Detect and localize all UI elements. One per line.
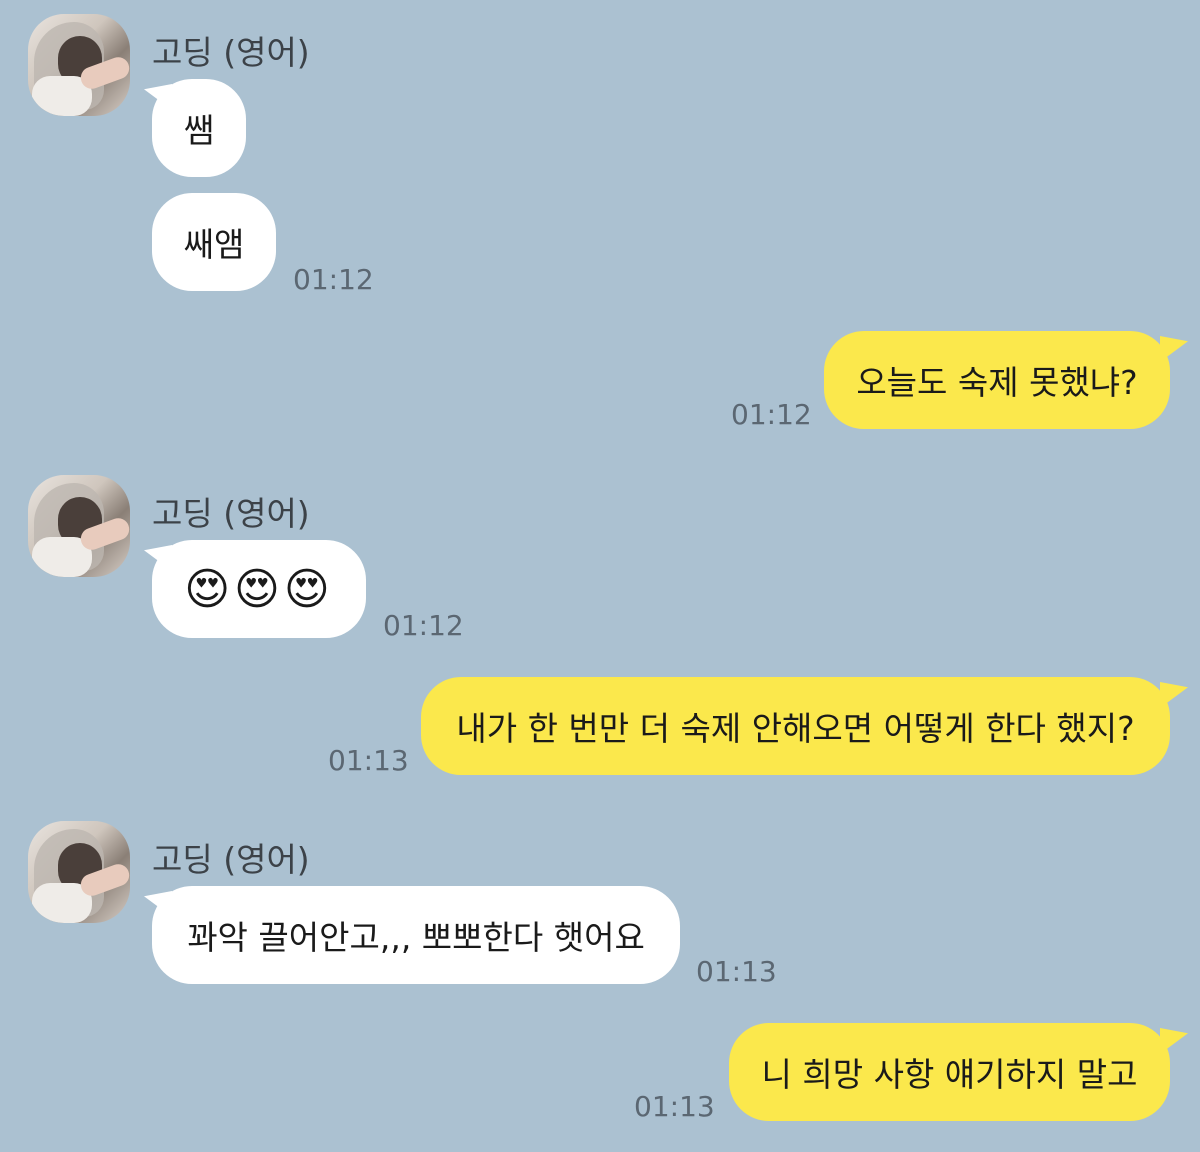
message-bubble-incoming[interactable]: 쌤 — [152, 79, 246, 177]
message-bubble-outgoing[interactable]: 내가 한 번만 더 숙제 안해오면 어떻게 한다 했지? — [421, 677, 1170, 775]
message-bubble-outgoing[interactable]: 오늘도 숙제 못했냐? — [824, 331, 1170, 429]
message-bubble-incoming[interactable]: 쌔앰 — [152, 193, 276, 291]
message-timestamp: 01:13 — [328, 744, 409, 777]
message-timestamp: 01:12 — [293, 263, 374, 296]
message-bubble-incoming[interactable]: 😍😍😍 — [152, 540, 366, 638]
message-timestamp: 01:13 — [634, 1090, 715, 1123]
sender-avatar[interactable] — [28, 821, 130, 923]
bubble-tail — [1160, 336, 1188, 362]
message-bubble-outgoing[interactable]: 니 희망 사항 얘기하지 말고 — [729, 1023, 1170, 1121]
bubble-tail — [1160, 1028, 1188, 1054]
message-timestamp: 01:13 — [696, 955, 777, 988]
message-timestamp: 01:12 — [383, 609, 464, 642]
sender-name[interactable]: 고딩 (영어) — [152, 26, 310, 74]
sender-name[interactable]: 고딩 (영어) — [152, 487, 310, 535]
sender-avatar[interactable] — [28, 475, 130, 577]
sender-avatar[interactable] — [28, 14, 130, 116]
bubble-tail — [1160, 682, 1188, 708]
sender-name[interactable]: 고딩 (영어) — [152, 833, 310, 881]
message-timestamp: 01:12 — [731, 398, 812, 431]
message-bubble-incoming[interactable]: 꽈악 끌어안고,,, 뽀뽀한다 햇어요 — [152, 886, 680, 984]
